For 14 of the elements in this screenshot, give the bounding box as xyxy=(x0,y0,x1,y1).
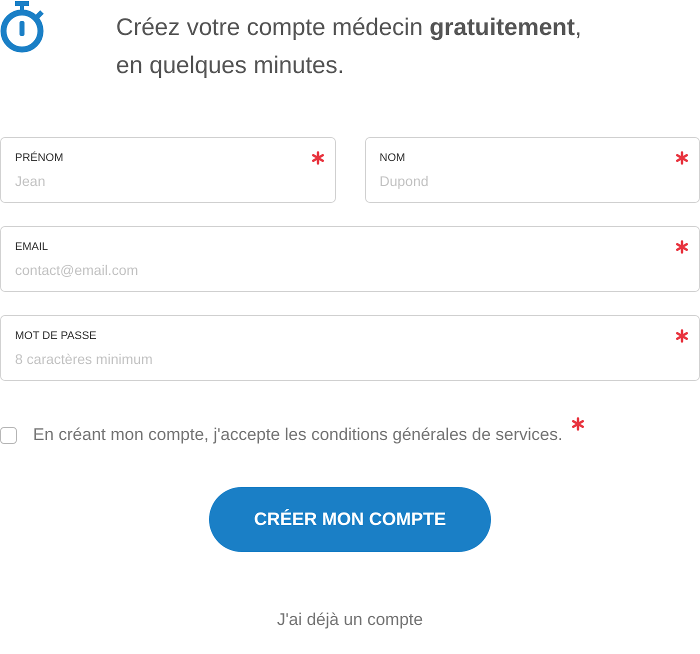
field-label: EMAIL xyxy=(15,241,50,253)
input-field[interactable]: 8 caractères minimum xyxy=(15,351,551,367)
field-label: MOT DE PASSE xyxy=(15,330,98,342)
terms-text: En créant mon compte, j'accepte les conditions générales de services. xyxy=(33,425,563,445)
input-field[interactable]: contact@email.com xyxy=(15,262,551,278)
input-field[interactable]: Dupond xyxy=(380,173,624,189)
checkbox[interactable] xyxy=(0,426,17,444)
input-field[interactable]: Jean xyxy=(15,173,260,189)
submit-button[interactable]: CRÉER MON COMPTE xyxy=(209,487,491,552)
page-heading: Créez votre compte médecin gratuitement, en quelques minutes. xyxy=(116,13,582,81)
field-label: PRÉNOM xyxy=(15,152,64,164)
login-link[interactable]: J'ai déjà un compte xyxy=(277,610,423,630)
field-label: NOM xyxy=(380,152,406,164)
stopwatch-icon xyxy=(0,1,46,53)
